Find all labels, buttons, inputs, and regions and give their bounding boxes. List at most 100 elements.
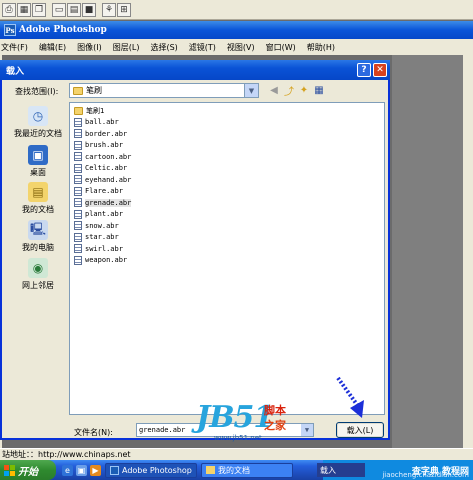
chevron-down-icon[interactable]: ▼ <box>244 84 258 97</box>
brush-file-icon <box>74 140 82 150</box>
filename-value: grenade.abr <box>139 426 186 434</box>
back-icon[interactable]: ◀ <box>268 84 280 96</box>
menu-window[interactable]: 窗口(W) <box>265 42 297 53</box>
show-desktop-icon[interactable]: ▣ <box>76 464 87 476</box>
folder-icon <box>206 466 215 474</box>
dialog-title: 载入 <box>6 66 25 77</box>
windows-flag-icon <box>4 464 15 476</box>
file-list[interactable]: 笔刷1 ball.abr border.abr brush.abr cartoo… <box>69 102 385 415</box>
brush-file-icon <box>74 175 82 184</box>
photoshop-icon <box>110 465 119 475</box>
place-my-computer[interactable]: 🖳 我的电脑 <box>9 220 67 253</box>
folder-icon <box>74 106 83 115</box>
place-network[interactable]: ◉ 网上邻居 <box>9 258 67 291</box>
menu-select[interactable]: 选择(S) <box>149 42 178 53</box>
list-item[interactable]: star.abr <box>74 232 119 243</box>
list-item[interactable]: ball.abr <box>74 117 119 128</box>
task-label: Adobe Photoshop <box>122 465 192 475</box>
list-item[interactable]: brush.abr <box>74 140 123 151</box>
close-button[interactable]: ✕ <box>373 63 387 77</box>
list-item-selected[interactable]: grenade.abr <box>74 197 132 208</box>
menu-view[interactable]: 视图(V) <box>226 42 256 53</box>
place-my-documents[interactable]: ▤ 我的文档 <box>9 182 67 215</box>
menu-help[interactable]: 帮助(H) <box>306 42 336 53</box>
lookin-value: 笔刷 <box>86 86 102 95</box>
start-button[interactable]: 开始 <box>0 460 56 480</box>
app-title-bar: Ps Adobe Photoshop <box>0 21 473 39</box>
imageready-icon[interactable]: ⊞ <box>117 2 131 17</box>
place-recent[interactable]: ◷ 我最近的文档 <box>9 106 67 139</box>
task-label: 我的文档 <box>218 465 250 475</box>
copy-icon[interactable]: ❐ <box>32 2 46 17</box>
status-bar: 站地址：：http://www.chinaps.net <box>0 448 473 460</box>
places-bar: ◷ 我最近的文档 ▣ 桌面 ▤ 我的文档 🖳 我的电脑 ◉ 网上邻居 <box>9 102 67 302</box>
workspace-area <box>392 55 473 450</box>
task-load[interactable]: 载入 <box>317 463 365 477</box>
list-item[interactable]: weapon.abr <box>74 255 127 266</box>
fullscreen-menu-icon[interactable]: ▤ <box>67 2 81 17</box>
filename-label: 文件名(N): <box>74 428 113 437</box>
brush-file-icon <box>74 255 82 265</box>
place-label: 我最近的文档 <box>14 129 62 138</box>
brush-file-icon <box>74 221 82 230</box>
folder-name: 笔刷1 <box>86 106 105 115</box>
list-item[interactable]: swirl.abr <box>74 243 123 254</box>
jump-icon[interactable]: ⚘ <box>102 2 116 17</box>
network-icon: ◉ <box>28 258 48 278</box>
brush-file-icon <box>74 209 82 219</box>
brush-file-icon <box>74 198 82 207</box>
print-icon[interactable]: ⎙ <box>2 2 16 17</box>
list-item[interactable]: Celtic.abr <box>74 163 127 174</box>
photoshop-logo-icon: Ps <box>4 24 16 36</box>
list-item[interactable]: plant.abr <box>74 209 123 220</box>
watermark-logo: JB51 <box>196 400 274 435</box>
place-label: 我的文档 <box>22 205 54 214</box>
brush-file-icon <box>74 129 82 138</box>
watermark-url: www.jb51.net <box>214 434 262 442</box>
watermark: JB51 脚本 之家 www.jb51.net <box>196 400 306 442</box>
menu-bar: 文件(F) 编辑(E) 图像(I) 图层(L) 选择(S) 滤镜(T) 视图(V… <box>0 39 473 55</box>
load-dialog: 载入 ? ✕ 查找范围(I): 笔刷 ▼ ◀ ⤴ ✦ ▦ ◷ 我最近的文档 ▣ … <box>0 60 390 440</box>
start-label: 开始 <box>18 466 38 478</box>
menu-edit[interactable]: 编辑(E) <box>38 42 67 53</box>
task-my-documents[interactable]: 我的文档 <box>201 462 293 478</box>
place-label: 我的电脑 <box>22 243 54 252</box>
brush-file-icon <box>74 152 82 161</box>
place-label: 桌面 <box>30 168 46 177</box>
task-photoshop[interactable]: Adobe Photoshop <box>105 462 197 478</box>
list-item[interactable]: eyehand.abr <box>74 174 131 185</box>
brush-file-icon <box>74 232 82 242</box>
list-item-folder[interactable]: 笔刷1 <box>74 105 104 116</box>
list-item[interactable]: cartoon.abr <box>74 151 131 162</box>
app-title: Adobe Photoshop <box>19 25 107 35</box>
lookin-label: 查找范围(I): <box>15 87 59 96</box>
menu-filter[interactable]: 滤镜(T) <box>188 42 217 53</box>
lookin-dropdown[interactable]: 笔刷 ▼ <box>69 83 259 98</box>
recent-icon: ◷ <box>28 106 48 126</box>
window-mode-icon[interactable]: ▭ <box>52 2 66 17</box>
new-folder-icon[interactable]: ✦ <box>298 84 310 96</box>
status-text: 站地址：：http://www.chinaps.net <box>2 450 131 459</box>
brush-file-icon <box>74 163 82 173</box>
view-menu-icon[interactable]: ▦ <box>313 84 325 96</box>
list-item[interactable]: snow.abr <box>74 220 119 231</box>
fullscreen-icon[interactable]: ■ <box>82 2 96 17</box>
quick-launch: e ▣ ▶ <box>62 464 101 476</box>
menu-file[interactable]: 文件(F) <box>0 42 29 53</box>
help-button[interactable]: ? <box>357 63 371 77</box>
folder-icon <box>73 86 83 95</box>
page-setup-icon[interactable]: ▦ <box>17 2 31 17</box>
load-button[interactable]: 载入(L) <box>336 422 384 438</box>
desktop-icon: ▣ <box>28 145 48 165</box>
menu-image[interactable]: 图像(I) <box>76 42 103 53</box>
brush-file-icon <box>74 117 82 127</box>
place-desktop[interactable]: ▣ 桌面 <box>9 145 67 178</box>
up-folder-icon[interactable]: ⤴ <box>283 84 295 98</box>
list-item[interactable]: border.abr <box>74 128 127 139</box>
browser-icon[interactable]: e <box>62 464 73 476</box>
menu-layer[interactable]: 图层(L) <box>112 42 141 53</box>
player-icon[interactable]: ▶ <box>90 464 101 476</box>
dialog-title-bar[interactable]: 载入 <box>0 60 390 80</box>
pointer-arrow-icon <box>336 376 364 418</box>
list-item[interactable]: Flare.abr <box>74 186 123 197</box>
